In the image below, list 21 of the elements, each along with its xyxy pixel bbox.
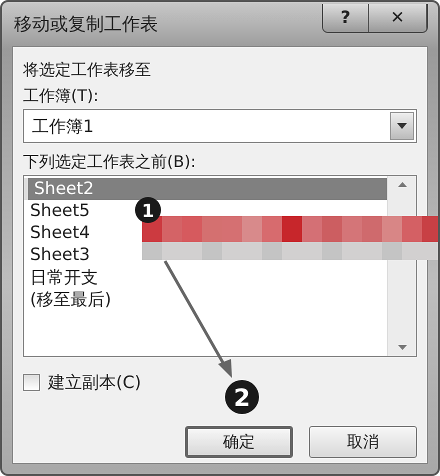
- help-button[interactable]: ?: [323, 4, 369, 32]
- workbook-label: 工作簿(T):: [23, 85, 100, 107]
- sheets-label: 下列选定工作表之前(B):: [23, 151, 197, 173]
- step-marker: 2: [225, 380, 259, 414]
- sheet-list-item[interactable]: (移至最后): [24, 288, 116, 310]
- copy-checkbox-label: 建立副本(C): [48, 372, 142, 394]
- cancel-button[interactable]: 取消: [309, 426, 417, 458]
- close-button[interactable]: ✕: [369, 4, 427, 32]
- copy-checkbox[interactable]: [23, 374, 40, 391]
- workbook-dropdown[interactable]: 工作簿1: [23, 109, 417, 143]
- scroll-up-icon[interactable]: [398, 182, 406, 187]
- move-label: 将选定工作表移至: [23, 59, 152, 81]
- sheet-list-item[interactable]: Sheet4: [24, 222, 94, 244]
- sheet-list-item[interactable]: Sheet5: [24, 200, 94, 222]
- scroll-down-icon[interactable]: [398, 345, 406, 350]
- sheet-list-item[interactable]: 日常开支: [24, 266, 102, 288]
- step-marker: 1: [135, 197, 161, 223]
- sheet-list-item[interactable]: Sheet3: [24, 244, 94, 266]
- window-title: 移动或复制工作表: [13, 13, 158, 36]
- ok-button[interactable]: 确定: [185, 426, 293, 458]
- sheet-list-item[interactable]: Sheet2: [24, 178, 387, 200]
